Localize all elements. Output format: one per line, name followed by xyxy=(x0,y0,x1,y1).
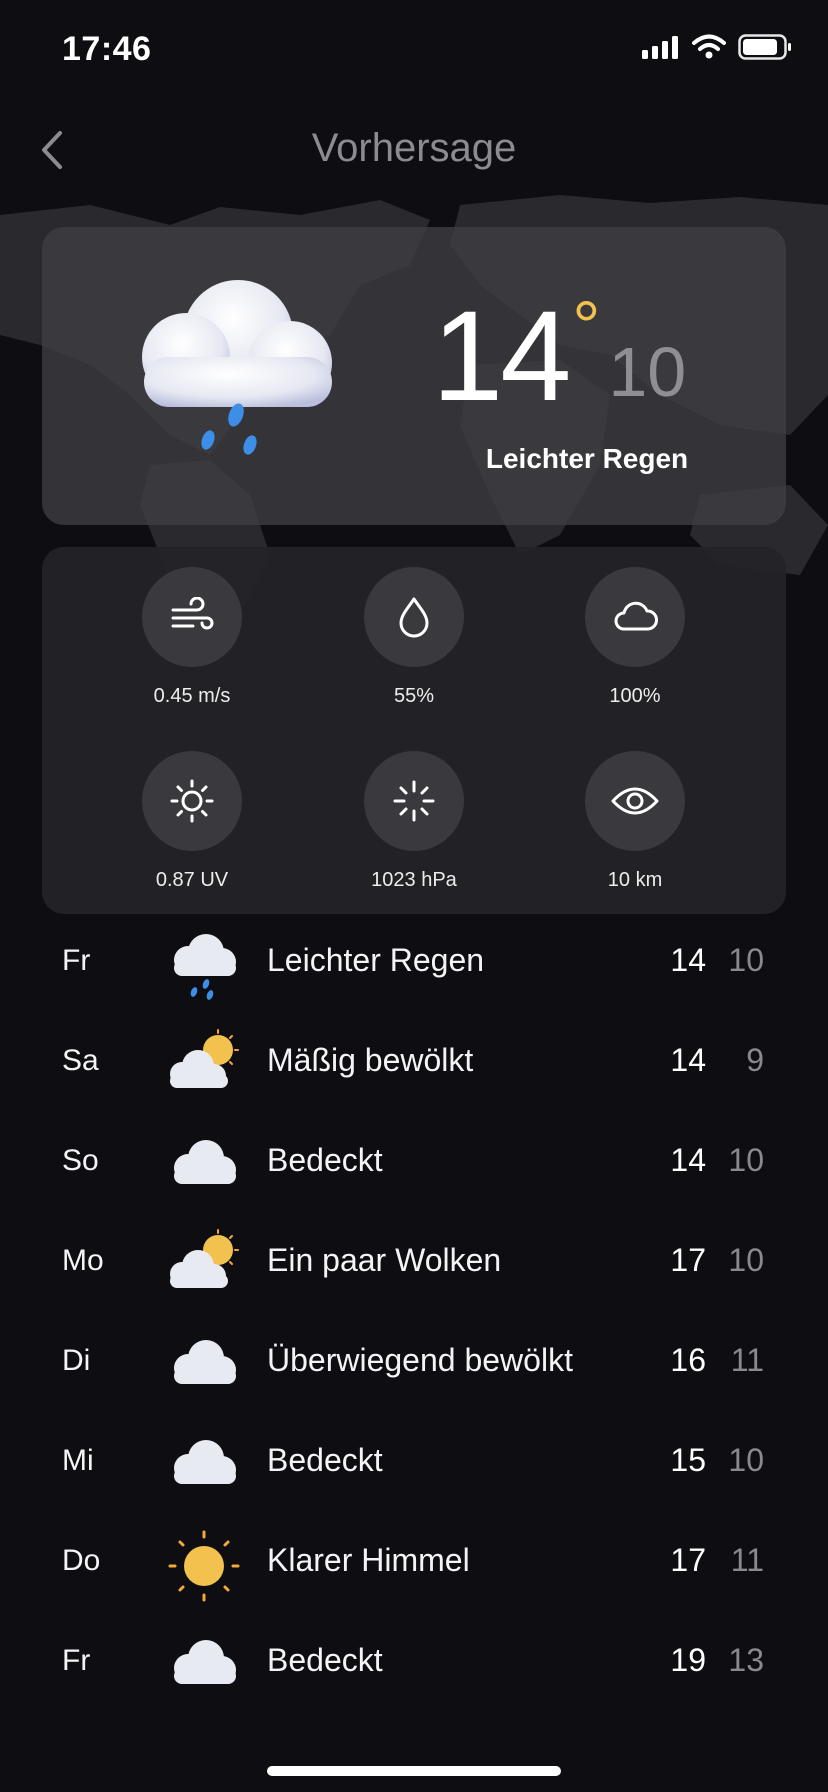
navigation-bar: Vorhersage xyxy=(0,110,828,190)
forecast-high: 16 xyxy=(670,1342,706,1378)
forecast-condition: Bedeckt xyxy=(267,1642,383,1678)
metric-uv: 0.87 UV xyxy=(102,751,282,892)
forecast-low: 10 xyxy=(728,942,764,978)
metric-humidity: 55% xyxy=(324,567,504,708)
home-indicator[interactable] xyxy=(267,1766,561,1776)
forecast-row[interactable]: Mo Ein paar Wolken 17 10 xyxy=(0,1216,828,1316)
forecast-day: Fr xyxy=(62,1644,91,1677)
forecast-high: 15 xyxy=(670,1442,706,1478)
current-temp-low: 10 xyxy=(608,333,687,411)
cloud-cover-icon xyxy=(585,567,685,667)
forecast-high: 14 xyxy=(670,1042,706,1078)
sun-icon xyxy=(168,1530,240,1602)
forecast-low: 10 xyxy=(728,1442,764,1478)
wind-icon xyxy=(142,567,242,667)
forecast-condition: Ein paar Wolken xyxy=(267,1242,502,1278)
forecast-row[interactable]: Mi Bedeckt 15 10 xyxy=(0,1416,828,1516)
forecast-low: 10 xyxy=(728,1242,764,1278)
wifi-icon xyxy=(692,34,726,59)
pressure-icon xyxy=(364,751,464,851)
forecast-low: 13 xyxy=(728,1642,764,1678)
status-icons xyxy=(642,34,792,60)
forecast-low: 9 xyxy=(746,1042,764,1078)
forecast-high: 19 xyxy=(670,1642,706,1678)
metric-value: 55% xyxy=(393,685,435,707)
metric-value: 1023 hPa xyxy=(371,869,457,891)
forecast-condition: Überwiegend bewölkt xyxy=(267,1342,573,1378)
forecast-row[interactable]: Sa Mäßig bewölkt 14 9 xyxy=(0,1016,828,1116)
forecast-day: Mo xyxy=(62,1244,104,1277)
sun-cloud-icon xyxy=(170,1029,239,1088)
page-title: Vorhersage xyxy=(311,126,517,170)
forecast-day: Fr xyxy=(62,944,91,977)
status-bar: 17:46 xyxy=(0,0,828,100)
cloud-icon xyxy=(174,1640,236,1684)
visibility-eye-icon xyxy=(585,751,685,851)
cloud-icon xyxy=(174,1140,236,1184)
cloud-rain-icon xyxy=(174,934,236,1000)
status-time: 17:46 xyxy=(62,30,152,68)
forecast-day: Di xyxy=(62,1344,91,1377)
forecast-low: 11 xyxy=(730,1342,764,1378)
metric-cloud-cover: 100% xyxy=(545,567,725,708)
forecast-day: Mi xyxy=(62,1444,94,1477)
cellular-signal-icon xyxy=(642,36,678,59)
current-condition: Leichter Regen xyxy=(485,443,689,474)
current-temp-high: 14 xyxy=(432,285,571,428)
forecast-low: 11 xyxy=(730,1542,764,1578)
metric-value: 0.87 UV xyxy=(155,869,229,891)
metric-wind: 0.45 m/s xyxy=(102,567,282,708)
forecast-day: Sa xyxy=(62,1044,99,1077)
metric-value: 0.45 m/s xyxy=(153,685,231,707)
battery-icon xyxy=(738,34,791,60)
current-temperature: 14 ° 10 xyxy=(432,285,687,428)
weather-metrics-card: 0.45 m/s 55% 100% 0.87 UV 1023 hPa 10 km xyxy=(42,547,786,914)
degree-symbol: ° xyxy=(572,287,601,365)
forecast-high: 14 xyxy=(670,1142,706,1178)
forecast-high: 17 xyxy=(670,1242,706,1278)
forecast-day: So xyxy=(62,1144,99,1177)
cloud-icon xyxy=(174,1340,236,1384)
forecast-row[interactable]: Fr Leichter Regen 14 10 xyxy=(0,916,828,1016)
forecast-condition: Bedeckt xyxy=(267,1142,383,1178)
metric-pressure: 1023 hPa xyxy=(324,751,504,892)
forecast-condition: Leichter Regen xyxy=(267,942,485,978)
cloud-icon xyxy=(174,1440,236,1484)
forecast-row[interactable]: Fr Bedeckt 19 13 xyxy=(0,1616,828,1716)
sun-cloud-icon xyxy=(170,1229,239,1288)
humidity-drop-icon xyxy=(364,567,464,667)
metric-visibility: 10 km xyxy=(545,751,725,892)
forecast-condition: Mäßig bewölkt xyxy=(267,1042,474,1078)
uv-sun-icon xyxy=(142,751,242,851)
cloud-rain-icon xyxy=(128,275,338,460)
forecast-condition: Bedeckt xyxy=(267,1442,383,1478)
forecast-day: Do xyxy=(62,1544,101,1577)
forecast-high: 17 xyxy=(670,1542,706,1578)
forecast-row[interactable]: So Bedeckt 14 10 xyxy=(0,1116,828,1216)
forecast-high: 14 xyxy=(670,942,706,978)
current-weather-card: 14 ° 10 Leichter Regen xyxy=(42,227,786,525)
metric-value: 100% xyxy=(609,685,661,707)
forecast-low: 10 xyxy=(728,1142,764,1178)
forecast-row[interactable]: Di Überwiegend bewölkt 16 11 xyxy=(0,1316,828,1416)
forecast-condition: Klarer Himmel xyxy=(267,1542,470,1578)
metric-value: 10 km xyxy=(607,869,663,891)
forecast-row[interactable]: Do Klarer Himmel 17 11 xyxy=(0,1516,828,1616)
